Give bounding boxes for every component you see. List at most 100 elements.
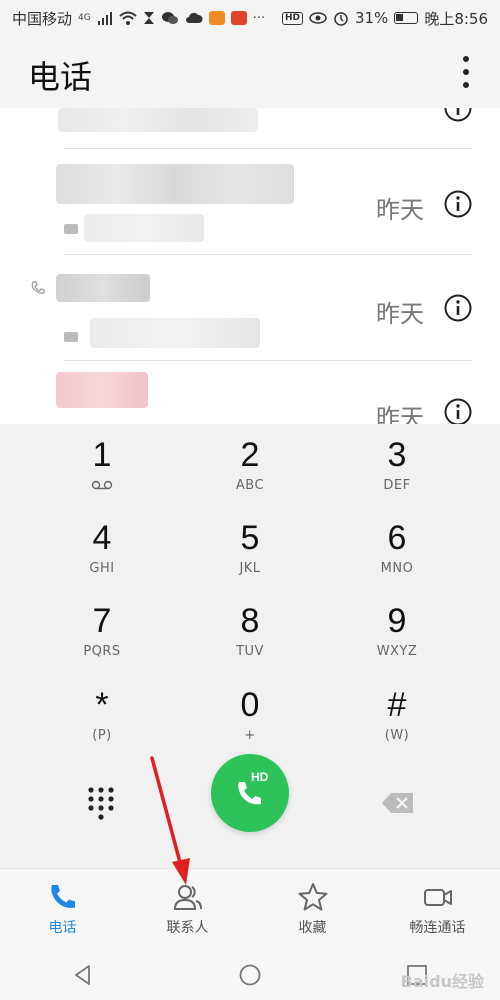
contacts-icon <box>173 885 202 910</box>
key-5[interactable]: 5 JKL <box>175 519 325 603</box>
key-2[interactable]: 2 ABC <box>175 436 325 520</box>
app-bar: 电话 <box>0 36 500 108</box>
call-time: 昨天 <box>376 196 424 224</box>
key-letters: TUV <box>236 644 264 659</box>
info-icon[interactable] <box>444 108 472 122</box>
tab-video-call[interactable]: 畅连通话 <box>375 869 500 951</box>
hd-call-icon <box>64 332 78 342</box>
call-time: 昨天 <box>376 300 424 328</box>
tab-label: 电话 <box>48 920 77 936</box>
key-letters: (W) <box>384 728 410 743</box>
carrier-label: 中国移动 <box>12 9 73 28</box>
dialpad-toggle-icon[interactable] <box>86 786 116 820</box>
more-dot-icon <box>463 69 469 75</box>
home-icon[interactable] <box>238 963 262 987</box>
wechat-icon <box>161 12 178 24</box>
eye-comfort-icon <box>309 12 327 24</box>
signal-type: 4G <box>78 13 91 23</box>
key-hash[interactable]: # (W) <box>322 686 472 770</box>
key-digit: 0 <box>240 686 260 724</box>
tab-label: 畅连通话 <box>409 920 466 936</box>
bottom-tab-bar: 电话 联系人 收藏 畅连通话 <box>0 868 500 951</box>
more-options-button[interactable] <box>460 56 472 88</box>
tab-label: 联系人 <box>166 920 209 936</box>
key-1[interactable]: 1 <box>27 436 177 520</box>
tab-favorites[interactable]: 收藏 <box>250 869 375 951</box>
call-log-row[interactable]: 昨天 <box>0 256 500 360</box>
cloud-icon <box>185 12 203 23</box>
key-digit: 5 <box>240 519 260 557</box>
key-letters: WXYZ <box>376 644 418 659</box>
key-digit: 1 <box>92 436 112 474</box>
key-9[interactable]: 9 WXYZ <box>322 602 472 686</box>
call-button[interactable]: HD <box>211 754 289 832</box>
redacted-contact-name <box>56 274 150 302</box>
page-title: 电话 <box>28 58 93 96</box>
news-notification-icon <box>230 11 247 25</box>
key-letters: MNO <box>380 561 414 576</box>
key-letters: (P) <box>92 728 112 743</box>
info-icon[interactable] <box>444 190 472 218</box>
star-icon <box>298 883 327 911</box>
alarm-icon <box>334 12 348 26</box>
outgoing-call-icon <box>31 281 45 294</box>
key-letters: ABC <box>235 478 265 493</box>
key-digit: 3 <box>387 436 407 474</box>
key-letters: JKL <box>239 561 261 576</box>
voicemail-icon <box>91 480 113 490</box>
clock: 晚上8:56 <box>424 9 488 28</box>
call-log-list[interactable]: 昨天 昨天 昨天 昨天 <box>0 108 500 424</box>
key-letters: DEF <box>383 478 411 493</box>
key-digit: 4 <box>92 519 112 557</box>
phone-icon <box>50 885 75 908</box>
key-digit: 6 <box>387 519 407 557</box>
key-7[interactable]: 7 PQRS <box>27 602 177 686</box>
call-log-row[interactable]: 昨天 <box>0 150 500 254</box>
key-digit: 8 <box>240 602 260 640</box>
key-digit: # <box>387 686 407 724</box>
redacted-call-detail <box>84 214 204 242</box>
key-6[interactable]: 6 MNO <box>322 519 472 603</box>
battery-icon <box>394 12 419 24</box>
key-digit: 2 <box>240 436 260 474</box>
divider <box>64 254 472 255</box>
divider <box>64 360 472 361</box>
key-4[interactable]: 4 GHI <box>27 519 177 603</box>
key-digit: 9 <box>387 602 407 640</box>
tab-contacts[interactable]: 联系人 <box>125 869 250 951</box>
more-dot-icon <box>463 56 469 62</box>
watermark: Baidu经验 <box>400 972 484 991</box>
key-digit: * <box>95 686 109 724</box>
key-3[interactable]: 3 DEF <box>322 436 472 520</box>
more-notifications-icon: ··· <box>252 10 266 26</box>
redacted-call-detail <box>90 318 260 348</box>
key-8[interactable]: 8 TUV <box>175 602 325 686</box>
tab-phone[interactable]: 电话 <box>0 869 125 951</box>
video-call-icon <box>423 889 452 906</box>
info-icon[interactable] <box>444 398 472 424</box>
more-dot-icon <box>463 82 469 88</box>
status-bar: 中国移动 4G ··· HD 31% 晚上8:56 <box>0 0 500 36</box>
redacted-contact-name <box>56 372 148 408</box>
app-notification-icon <box>208 11 225 25</box>
battery-percent: 31% <box>354 9 389 27</box>
redacted-contact-name <box>58 108 258 132</box>
wifi-icon <box>119 11 137 25</box>
key-digit: 7 <box>92 602 112 640</box>
key-letters: GHI <box>89 561 115 576</box>
back-icon[interactable] <box>71 963 95 987</box>
divider <box>64 148 472 149</box>
key-letters: + <box>244 728 256 743</box>
tab-label: 收藏 <box>298 920 327 936</box>
hd-call-icon <box>64 224 78 234</box>
call-time: 昨天 <box>376 404 424 424</box>
hd-badge: HD <box>251 770 269 784</box>
backspace-icon[interactable] <box>381 792 415 814</box>
hd-voice-icon: HD <box>281 11 303 25</box>
signal-icon <box>97 12 112 25</box>
hourglass-icon <box>143 12 154 24</box>
key-star[interactable]: * (P) <box>27 686 177 770</box>
key-letters: PQRS <box>83 644 121 659</box>
info-icon[interactable] <box>444 294 472 322</box>
redacted-contact-name <box>56 164 294 204</box>
